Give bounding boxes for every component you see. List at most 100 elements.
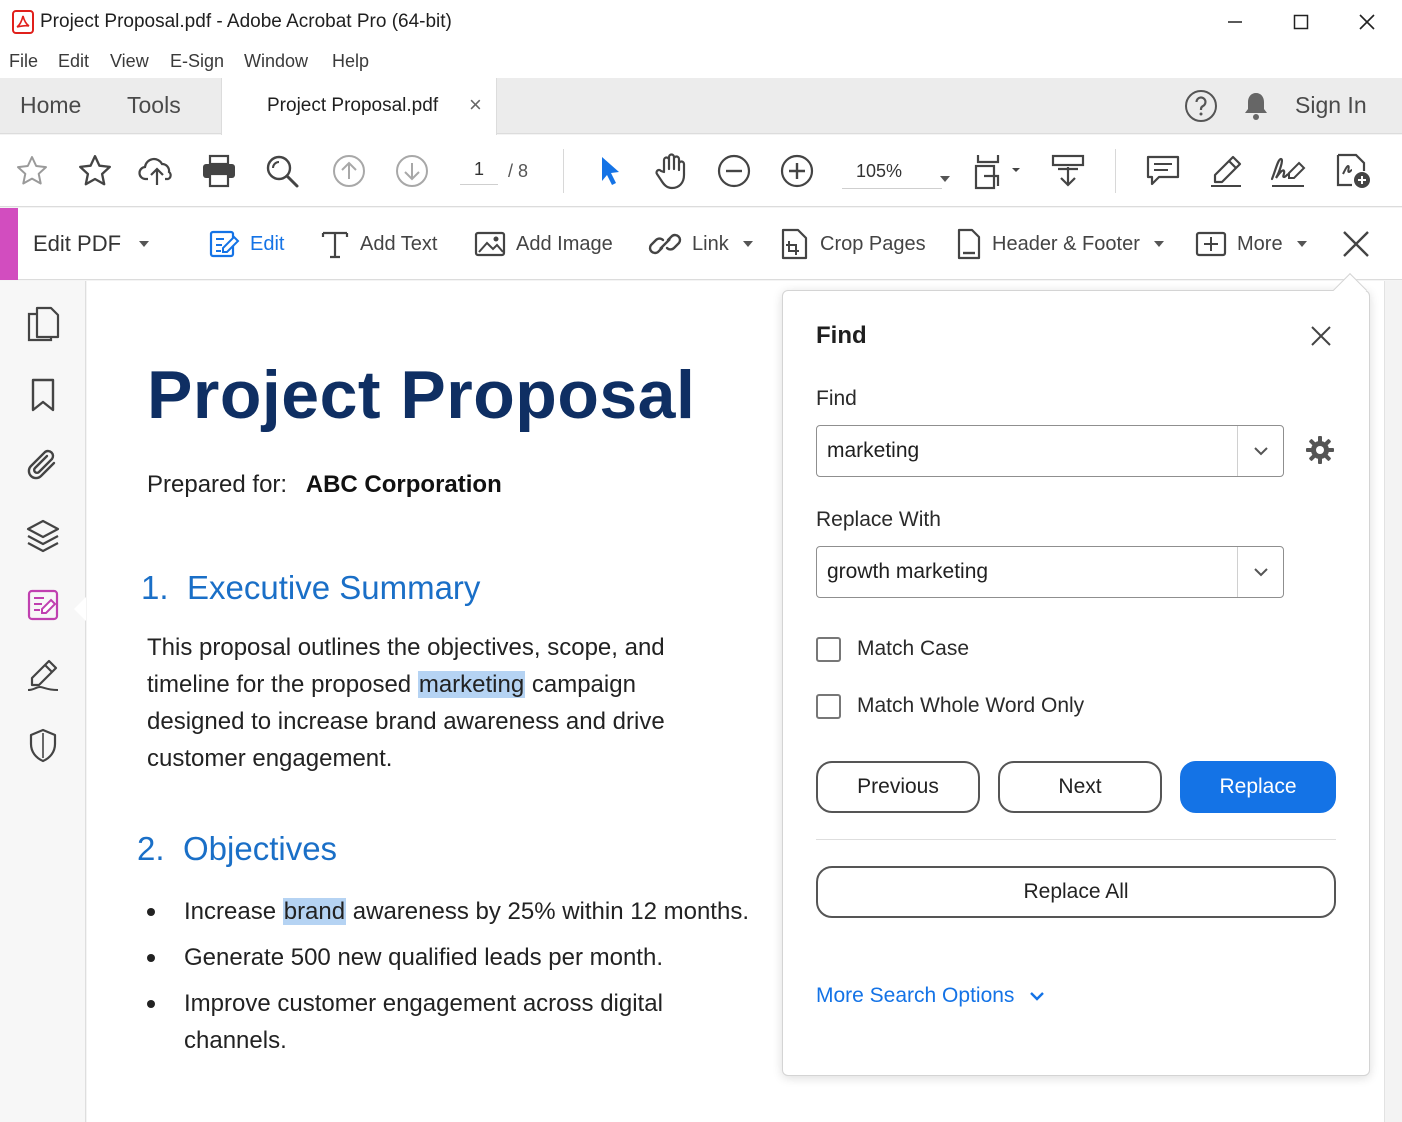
edit-pdf-toolbar: Edit PDF Edit Add Text Add Image Link Cr… [0,208,1402,280]
tab-document[interactable]: Project Proposal.pdf × [221,78,497,135]
toolbar-divider [1115,149,1116,193]
layers-icon[interactable] [22,514,64,556]
gear-icon[interactable] [1304,434,1336,466]
chevron-down-icon [1296,241,1307,247]
tab-home[interactable]: Home [20,92,81,119]
zoom-search-icon[interactable] [262,151,302,191]
zoom-out-icon[interactable] [714,151,754,191]
comment-icon[interactable] [1143,151,1183,191]
add-image-button[interactable]: Add Image [474,225,613,263]
close-window-button[interactable] [1334,0,1400,44]
replace-input-value: growth marketing [827,560,989,583]
add-text-button[interactable]: Add Text [320,225,437,263]
zoom-select[interactable]: 105% [842,153,950,189]
match-whole-word-label: Match Whole Word Only [857,694,1085,717]
text-run: timeline for the proposed [147,671,418,698]
zoom-in-icon[interactable] [777,151,817,191]
header-footer-button[interactable]: Header & Footer [956,225,1164,263]
bookmark-icon[interactable] [22,374,64,416]
menu-view[interactable]: View [110,51,149,72]
edit-pdf-dropdown[interactable]: Edit PDF [33,231,150,257]
menu-bar: File Edit View E-Sign Window Help [0,44,1402,78]
menu-help[interactable]: Help [332,51,369,72]
close-edit-icon[interactable] [1340,228,1372,260]
page-count: / 8 [508,161,529,181]
panel-title: Find [816,322,867,349]
favorite-outline-icon[interactable] [12,151,52,191]
select-pointer-icon[interactable] [590,151,630,191]
tab-document-label: Project Proposal.pdf [267,95,439,116]
text-run: campaign [525,671,636,698]
help-icon[interactable] [1184,89,1218,123]
add-image-icon [474,231,506,257]
print-icon[interactable] [199,151,239,191]
replace-with-label: Replace With [816,508,941,531]
edit-pdf-rail-icon[interactable] [22,584,64,626]
find-input-value: marketing [827,439,920,462]
text-run: Improve customer engagement across digit… [184,990,663,1017]
close-tab-icon[interactable]: × [469,92,482,118]
match-whole-word-checkbox[interactable]: Match Whole Word Only [816,692,1084,720]
hand-tool-icon[interactable] [651,151,691,191]
next-button[interactable]: Next [998,761,1162,813]
close-panel-icon[interactable] [1307,322,1335,350]
text-run: channels. [184,1027,287,1054]
chevron-down-icon [1253,568,1268,577]
more-button[interactable]: More [1195,225,1307,263]
more-tools-icon [1195,231,1227,257]
match-case-label: Match Case [857,637,970,660]
match-case-checkbox[interactable]: Match Case [816,635,969,663]
attachment-paperclip-icon[interactable] [22,444,64,486]
vertical-scrollbar[interactable] [1384,281,1402,1122]
bullet-dot [147,954,155,962]
checkbox-box[interactable] [816,693,841,719]
tab-tools[interactable]: Tools [127,92,181,119]
highlight-pen-icon[interactable] [1206,151,1246,191]
more-search-options-link[interactable]: More Search Options [816,984,1046,1008]
find-history-dropdown[interactable] [1237,426,1283,476]
fill-sign-icon[interactable] [1268,151,1308,191]
section-title: Objectives [183,830,338,867]
prepared-for-label: Prepared for: [147,471,288,498]
cloud-upload-icon[interactable] [137,151,177,191]
section-heading-objectives: 2. Objectives [137,830,337,868]
replace-with-input[interactable]: growth marketing [816,546,1284,598]
menu-esign[interactable]: E-Sign [170,51,224,72]
section-number: 2. [137,830,165,867]
chevron-down-icon [1030,992,1045,1001]
checkbox-box[interactable] [816,636,841,662]
menu-file[interactable]: File [9,51,38,72]
text-run: awareness by 25% within 12 months. [346,898,749,925]
list-item-text: Improve customer engagement across digit… [184,985,663,1059]
chevron-down-icon [1153,241,1164,247]
maximize-button[interactable] [1268,0,1334,44]
more-label: More [1237,232,1283,255]
notification-bell-icon[interactable] [1241,90,1271,122]
minimize-button[interactable] [1202,0,1268,44]
bookmark-star-icon[interactable] [75,151,115,191]
fill-sign-rail-icon[interactable] [22,654,64,696]
replace-button[interactable]: Replace [1180,761,1336,813]
find-replace-panel [782,290,1370,1076]
sign-in-button[interactable]: Sign In [1295,92,1367,119]
crop-pages-button[interactable]: Crop Pages [780,225,926,263]
page-number-input[interactable]: 1 [460,159,498,185]
list-item-text: Generate 500 new qualified leads per mon… [184,944,663,971]
protect-shield-icon[interactable] [22,724,64,766]
request-signature-icon[interactable] [1333,151,1373,191]
paragraph-line: customer engagement. [147,745,393,772]
previous-page-icon[interactable] [329,151,369,191]
next-page-icon[interactable] [392,151,432,191]
page-display-icon[interactable] [966,151,1026,191]
search-highlight: brand [282,898,347,925]
menu-window[interactable]: Window [244,51,308,72]
previous-button[interactable]: Previous [816,761,980,813]
menu-edit[interactable]: Edit [58,51,89,72]
link-button[interactable]: Link [648,225,753,263]
page-thumbnails-icon[interactable] [22,303,64,345]
scroll-mode-icon[interactable] [1048,151,1088,191]
replace-all-button[interactable]: Replace All [816,866,1336,918]
replace-history-dropdown[interactable] [1237,547,1283,597]
find-input[interactable]: marketing [816,425,1284,477]
edit-tool-button[interactable]: Edit [208,225,284,263]
